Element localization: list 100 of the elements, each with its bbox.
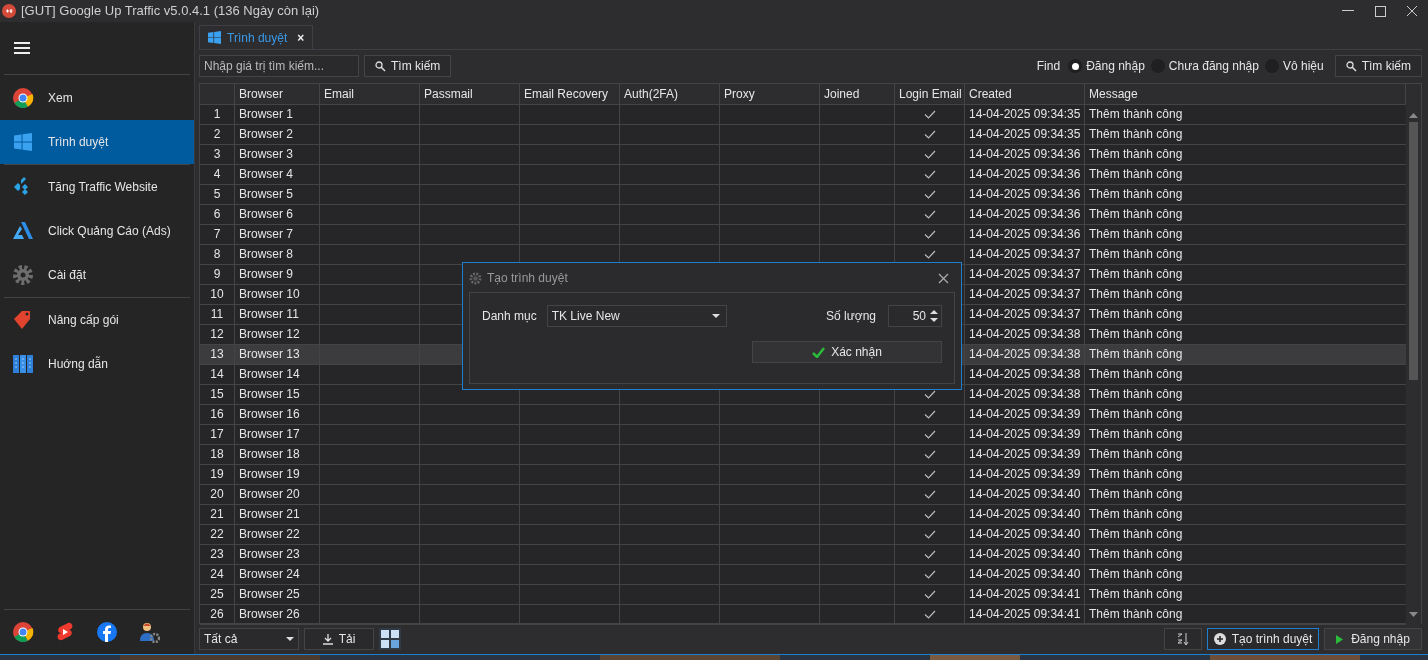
table-cell: Browser 24 [235,564,320,585]
table-cell: 14-04-2025 09:34:37 [965,304,1085,325]
table-cell: 14-04-2025 09:34:37 [965,284,1085,305]
row-number: 4 [200,164,235,185]
table-cell: Browser 18 [235,444,320,465]
category-label: Danh mục [482,308,537,325]
row-number: 1 [200,104,235,125]
table-cell: 14-04-2025 09:34:39 [965,464,1085,485]
row-number: 8 [200,244,235,265]
row-number: 15 [200,384,235,405]
table-cell: 14-04-2025 09:34:38 [965,384,1085,405]
table-cell: 14-04-2025 09:34:38 [965,364,1085,385]
row-number: 3 [200,144,235,165]
quantity-label: Số lượng [826,308,876,325]
table-cell: Thêm thành công [1085,464,1406,485]
table-cell: 14-04-2025 09:34:35 [965,104,1085,125]
table-cell: Thêm thành công [1085,564,1406,585]
table-cell: 14-04-2025 09:34:36 [965,224,1085,245]
table-cell: Thêm thành công [1085,304,1406,325]
table-cell: Browser 15 [235,384,320,405]
row-number: 19 [200,464,235,485]
dialog-title: Tạo trình duyệt [487,270,568,287]
table-cell: 14-04-2025 09:34:35 [965,124,1085,145]
table-cell: Thêm thành công [1085,244,1406,265]
table-cell: Thêm thành công [1085,284,1406,305]
table-cell: 14-04-2025 09:34:37 [965,244,1085,265]
table-cell: Thêm thành công [1085,504,1406,525]
table-cell: 14-04-2025 09:34:36 [965,164,1085,185]
table-cell: Thêm thành công [1085,384,1406,405]
table-cell: Browser 6 [235,204,320,225]
table-cell: Browser 17 [235,424,320,445]
table-cell: Thêm thành công [1085,264,1406,285]
table-cell: 14-04-2025 09:34:38 [965,344,1085,365]
table-cell: Thêm thành công [1085,364,1406,385]
row-number: 5 [200,184,235,205]
table-cell: 14-04-2025 09:34:40 [965,564,1085,585]
table-cell: Thêm thành công [1085,544,1406,565]
row-number: 22 [200,524,235,545]
row-number: 11 [200,304,235,325]
table-cell: Thêm thành công [1085,124,1406,145]
table-cell: Thêm thành công [1085,164,1406,185]
table-cell: Browser 3 [235,144,320,165]
row-number: 17 [200,424,235,445]
table-cell: Thêm thành công [1085,444,1406,465]
table-cell: Browser 20 [235,484,320,505]
table-cell: 14-04-2025 09:34:41 [965,604,1085,625]
table-cell: Browser 8 [235,244,320,265]
table-cell: 14-04-2025 09:34:39 [965,444,1085,465]
row-number: 18 [200,444,235,465]
table-cell: Browser 16 [235,404,320,425]
row-number: 16 [200,404,235,425]
row-number: 23 [200,544,235,565]
table-cell: Browser 2 [235,124,320,145]
row-number: 7 [200,224,235,245]
table-cell: Browser 7 [235,224,320,245]
table-cell: Thêm thành công [1085,224,1406,245]
table-cell: 14-04-2025 09:34:40 [965,524,1085,545]
row-number: 10 [200,284,235,305]
row-number: 21 [200,504,235,525]
table-cell: Browser 23 [235,544,320,565]
row-number: 9 [200,264,235,285]
table-cell: Browser 25 [235,584,320,605]
table-cell: 14-04-2025 09:34:36 [965,184,1085,205]
window-title: [GUT] Google Up Traffic v5.0.4.1 (136 Ngày còn lại) [21,2,320,21]
table-cell: 14-04-2025 09:34:36 [965,144,1085,165]
table-cell: 14-04-2025 09:34:39 [965,424,1085,445]
table-cell: 14-04-2025 09:34:40 [965,504,1085,525]
table-cell: Browser 22 [235,524,320,545]
table-cell: Browser 5 [235,184,320,205]
table-cell: Browser 21 [235,504,320,525]
table-cell: Thêm thành công [1085,584,1406,605]
table-cell: Browser 1 [235,104,320,125]
table-cell: Browser 14 [235,364,320,385]
table-cell: 14-04-2025 09:34:40 [965,484,1085,505]
table-cell: Browser 19 [235,464,320,485]
table-cell: Browser 9 [235,264,320,285]
table-cell: 14-04-2025 09:34:41 [965,584,1085,605]
row-number: 13 [200,344,235,365]
table-cell: Thêm thành công [1085,524,1406,545]
row-number: 24 [200,564,235,585]
table-cell: Thêm thành công [1085,484,1406,505]
table-cell: 14-04-2025 09:34:37 [965,264,1085,285]
table-cell: Browser 4 [235,164,320,185]
table-cell: Thêm thành công [1085,104,1406,125]
table-cell: Browser 13 [235,344,320,365]
table-cell: Thêm thành công [1085,204,1406,225]
row-number: 14 [200,364,235,385]
row-number: 2 [200,124,235,145]
table-cell: 14-04-2025 09:34:40 [965,544,1085,565]
find-label: Find [1036,58,1061,75]
table-cell: Thêm thành công [1085,604,1406,625]
row-number: 25 [200,584,235,605]
table-cell: Thêm thành công [1085,344,1406,365]
row-number: 26 [200,604,235,625]
table-cell: Thêm thành công [1085,184,1406,205]
table-cell: Thêm thành công [1085,404,1406,425]
table-cell: 14-04-2025 09:34:39 [965,404,1085,425]
table-cell: Thêm thành công [1085,144,1406,165]
table-cell: 14-04-2025 09:34:36 [965,204,1085,225]
table-cell: Browser 26 [235,604,320,625]
